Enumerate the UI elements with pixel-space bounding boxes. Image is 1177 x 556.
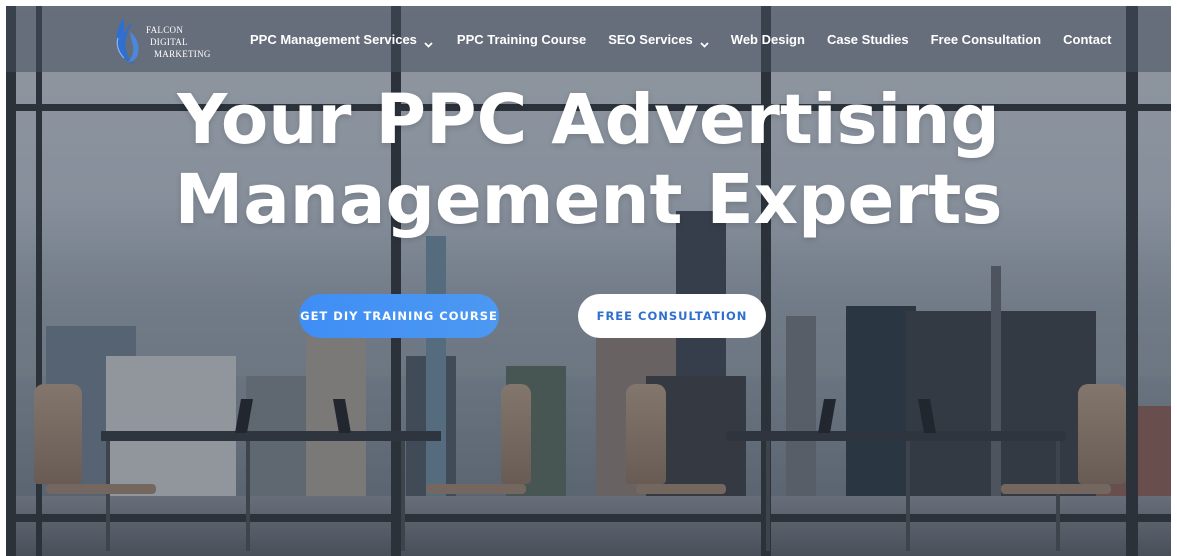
logo-line-1: FALCON bbox=[146, 25, 184, 35]
main-navigation: PPC Management Services PPC Training Cou… bbox=[250, 28, 1112, 50]
nav-item-label: Case Studies bbox=[826, 31, 909, 47]
nav-item-ppc-management-services[interactable]: PPC Management Services bbox=[250, 31, 433, 48]
logo-text: FALCON DIGITAL MARKETING bbox=[146, 24, 211, 60]
get-diy-training-course-button[interactable]: GET DIY TRAINING COURSE bbox=[299, 294, 499, 338]
nav-item-free-consultation[interactable]: Free Consultation bbox=[931, 32, 1042, 47]
logo-line-2: DIGITAL bbox=[150, 37, 188, 47]
hero-title: Your PPC Advertising Management Experts bbox=[6, 80, 1171, 240]
site-header: FALCON DIGITAL MARKETING PPC Management … bbox=[6, 6, 1171, 72]
hero-title-line-1: Your PPC Advertising bbox=[177, 80, 1000, 160]
nav-item-label: PPC Management Services bbox=[250, 31, 417, 47]
site-logo[interactable]: FALCON DIGITAL MARKETING bbox=[110, 14, 220, 66]
free-consultation-button[interactable]: FREE CONSULTATION bbox=[578, 294, 766, 338]
nav-item-label: PPC Training Course bbox=[456, 31, 587, 47]
page-frame: FALCON DIGITAL MARKETING PPC Management … bbox=[6, 6, 1171, 556]
hero-title-line-2: Management Experts bbox=[174, 160, 1003, 240]
chevron-down-icon bbox=[424, 36, 433, 48]
nav-item-label: Contact bbox=[1063, 31, 1112, 47]
nav-item-ppc-training-course[interactable]: PPC Training Course bbox=[457, 32, 586, 47]
logo-line-3: MARKETING bbox=[154, 49, 211, 59]
nav-item-seo-services[interactable]: SEO Services bbox=[608, 31, 709, 48]
nav-item-label: Free Consultation bbox=[930, 31, 1042, 47]
falcon-wing-icon bbox=[110, 14, 150, 66]
nav-item-contact[interactable]: Contact bbox=[1063, 32, 1111, 47]
chevron-down-icon bbox=[700, 36, 709, 48]
nav-item-case-studies[interactable]: Case Studies bbox=[827, 32, 909, 47]
nav-item-web-design[interactable]: Web Design bbox=[731, 32, 805, 47]
nav-item-label: SEO Services bbox=[608, 31, 693, 47]
nav-item-label: Web Design bbox=[730, 31, 805, 47]
